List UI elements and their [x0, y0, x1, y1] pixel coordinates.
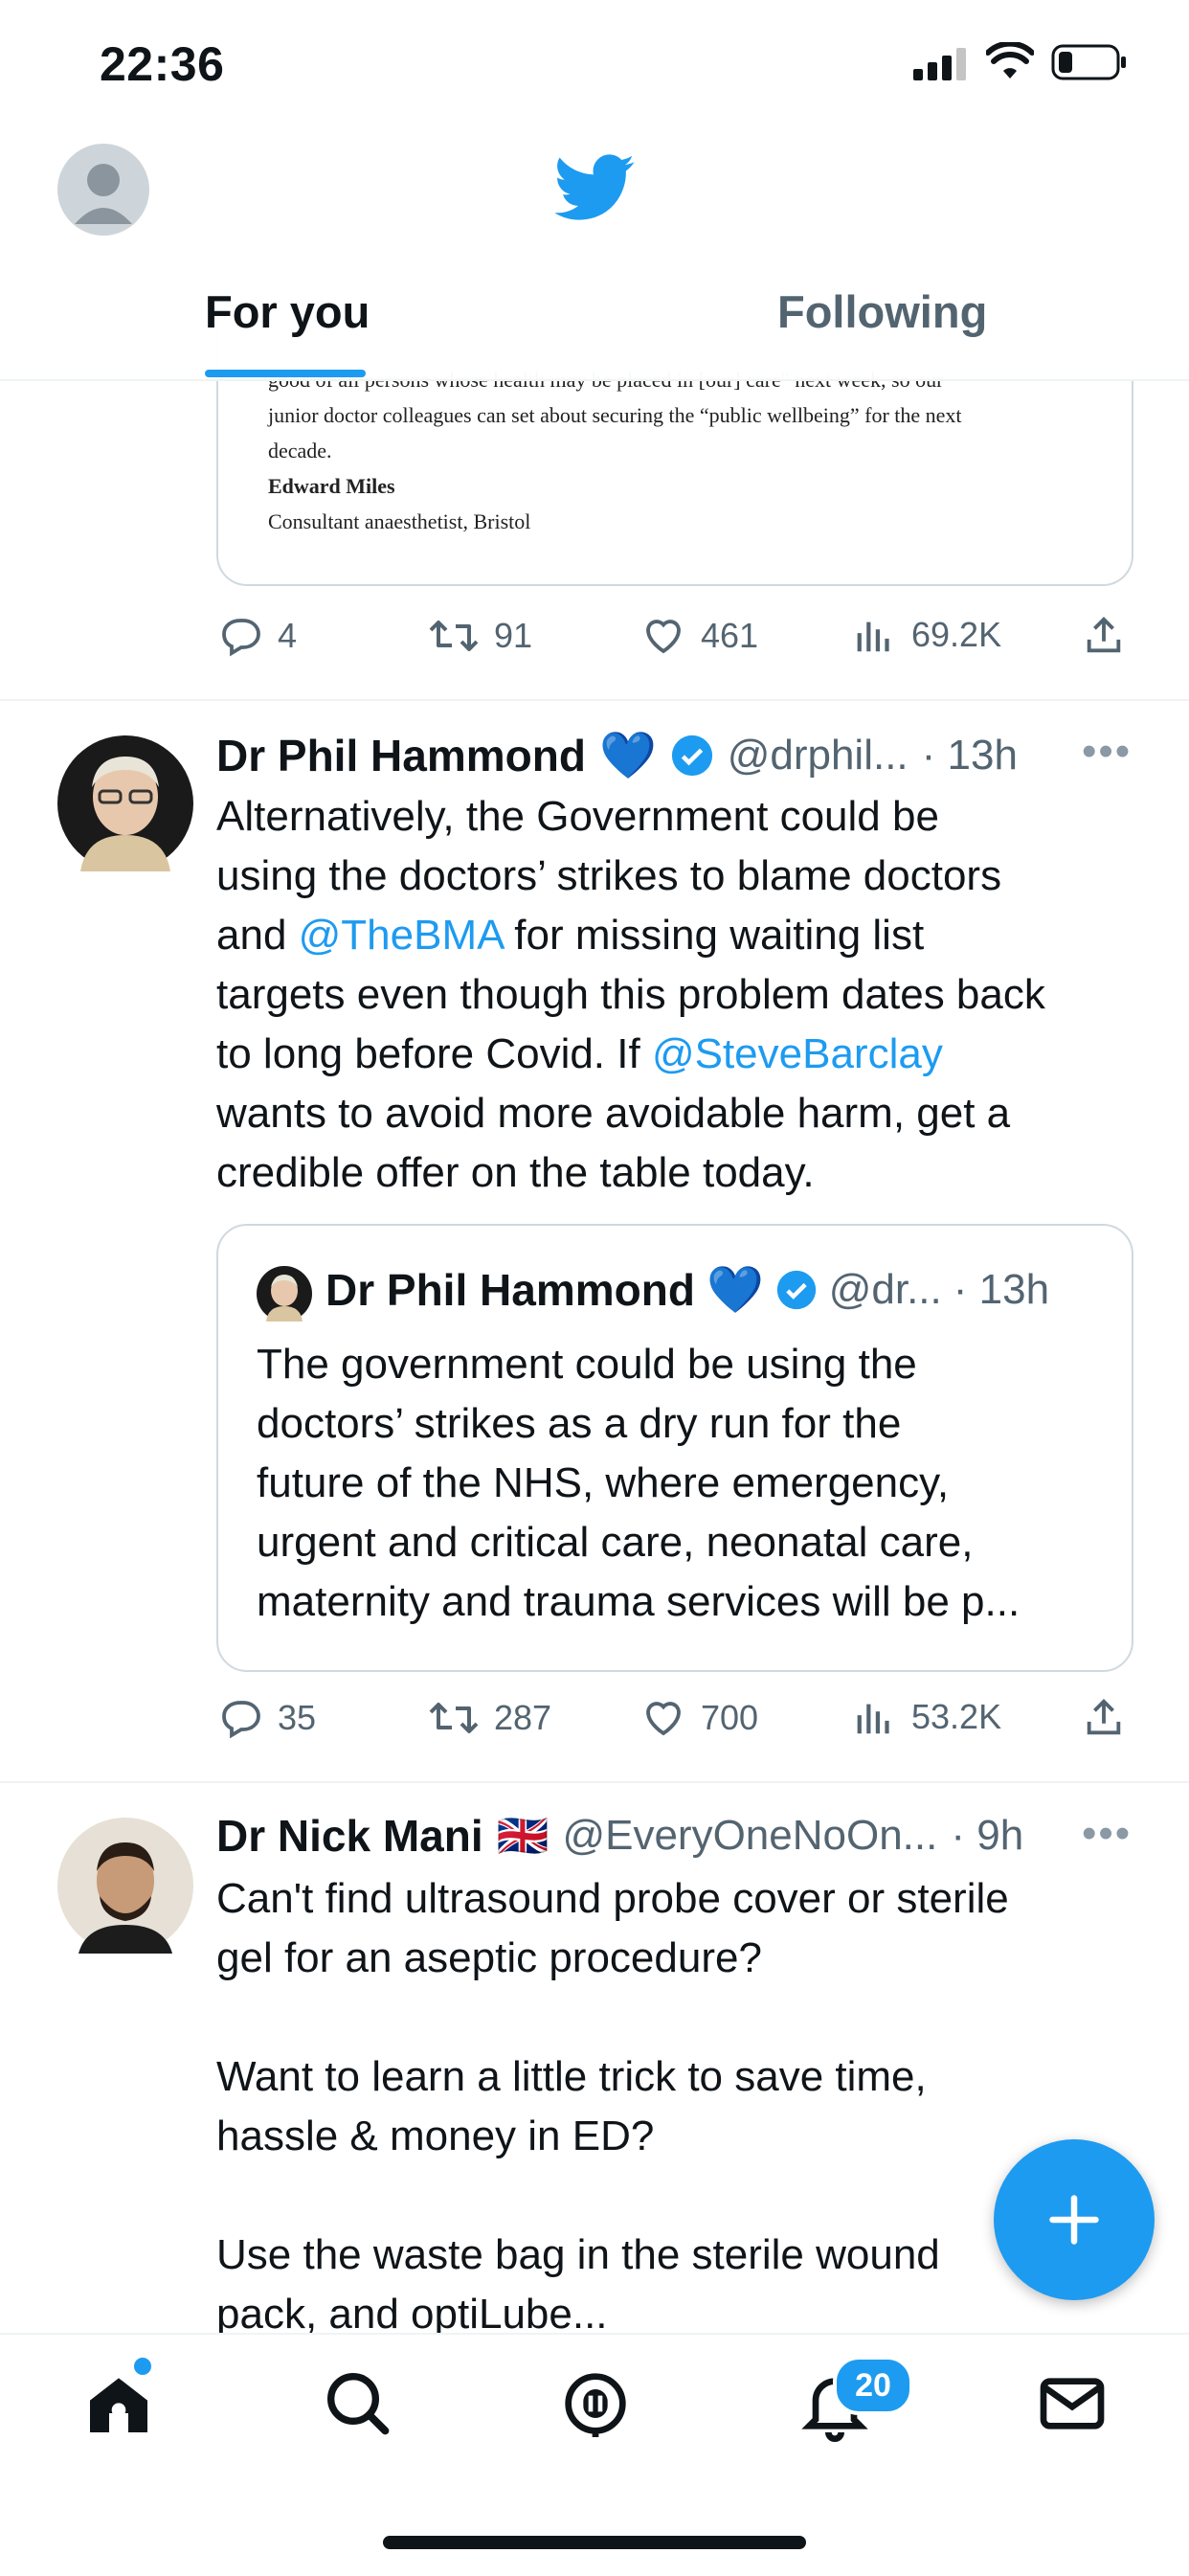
blue-heart-emoji: 💙 [706, 1265, 764, 1316]
like-button[interactable]: 461 [639, 613, 758, 659]
tweet-time: · 9h [951, 1812, 1024, 1859]
article-line: junior doctor colleagues can set about s… [268, 403, 962, 427]
mention-link[interactable]: @SteveBarclay [652, 1030, 943, 1077]
like-button[interactable]: 700 [639, 1695, 758, 1741]
twitter-bird-icon[interactable] [555, 153, 636, 222]
quoted-line: future of the NHS, where emergency, [257, 1459, 950, 1506]
home-indicator[interactable] [383, 2536, 806, 2549]
search-icon[interactable] [320, 2365, 396, 2442]
mention-link[interactable]: @TheBMA [299, 912, 503, 959]
reply-count: 4 [278, 616, 298, 655]
cellular-signal-icon [913, 48, 966, 80]
tweet-line: Can't find ultrasound probe cover or ste… [216, 1875, 1009, 1922]
author-name[interactable]: Dr Phil Hammond [216, 730, 586, 781]
uk-flag-emoji: 🇬🇧 [496, 1813, 550, 1860]
quoted-line: doctors’ strikes as a dry run for the [257, 1400, 902, 1447]
reply-icon [222, 619, 260, 657]
quoted-author-avatar [257, 1266, 312, 1322]
views-button[interactable]: 53.2K [854, 1695, 1001, 1739]
reply-icon [222, 1701, 260, 1739]
tweet-line: Want to learn a little trick to save tim… [216, 2053, 927, 2100]
battery-icon [1051, 44, 1126, 80]
divider [0, 1781, 1189, 1783]
home-unread-dot [134, 2358, 151, 2375]
like-count: 700 [701, 1698, 759, 1737]
retweet-icon [429, 621, 479, 651]
author-name[interactable]: Dr Nick Mani [216, 1810, 483, 1862]
blue-heart-emoji: 💙 [598, 731, 657, 781]
quoted-line: maternity and trauma services will be p.… [257, 1578, 1021, 1625]
retweet-button[interactable]: 91 [427, 613, 532, 659]
divider [0, 699, 1189, 701]
tweet-header: Dr Nick Mani 🇬🇧 @EveryOneNoOn... · 9h [216, 1810, 1023, 1862]
status-time: 22:36 [100, 37, 225, 91]
compose-tweet-button[interactable] [994, 2139, 1155, 2300]
top-header: 22:36 For you Following [0, 0, 1189, 381]
tweet-line: hassle & money in ED? [216, 2113, 655, 2159]
heart-icon [646, 1702, 681, 1736]
tweet-line: targets even though this problem dates b… [216, 971, 1045, 1018]
tweet-line: wants to avoid more avoidable harm, get … [216, 1090, 1011, 1137]
wifi-icon [986, 42, 1034, 79]
tweet-header: Dr Phil Hammond 💙 @drphil... · 13h [216, 728, 1018, 782]
quoted-author-name: Dr Phil Hammond [325, 1264, 695, 1315]
notification-count-badge: 20 [833, 2356, 913, 2415]
more-options-icon[interactable]: ••• [1082, 728, 1132, 776]
analytics-icon [857, 1704, 889, 1734]
retweet-icon [429, 1703, 479, 1733]
tweet-text: Alternatively, the Government could be u… [216, 787, 1155, 1203]
share-icon[interactable] [1082, 1695, 1126, 1741]
author-avatar[interactable] [57, 735, 193, 871]
verified-badge-icon [671, 734, 712, 776]
tweet-line: to long before Covid. If @SteveBarclay [216, 1030, 943, 1077]
views-count: 53.2K [911, 1697, 1002, 1736]
spaces-icon[interactable] [557, 2365, 634, 2442]
article-line: decade. [268, 439, 332, 463]
tab-for-you[interactable]: For you [205, 285, 370, 338]
views-button[interactable]: 69.2K [854, 613, 1001, 657]
retweet-count: 287 [494, 1698, 552, 1737]
retweet-count: 91 [494, 616, 533, 655]
like-count: 461 [701, 616, 759, 655]
retweet-button[interactable]: 287 [427, 1695, 551, 1741]
reply-count: 35 [278, 1698, 317, 1737]
quoted-tweet[interactable]: Dr Phil Hammond 💙 @dr... · 13h The gover… [216, 1224, 1133, 1672]
tweet-line: Alternatively, the Government could be [216, 793, 939, 840]
quoted-author-handle: @dr... [828, 1265, 942, 1313]
quoted-line: The government could be using the [257, 1341, 917, 1388]
home-icon[interactable] [80, 2365, 157, 2442]
quoted-tweet-header: Dr Phil Hammond 💙 @dr... · 13h [325, 1262, 1049, 1317]
article-author-role: Consultant anaesthetist, Bristol [268, 509, 531, 533]
analytics-icon [857, 621, 889, 652]
quoted-line: urgent and critical care, neonatal care, [257, 1519, 974, 1566]
article-author: Edward Miles [268, 474, 395, 498]
article-snippet: good of all persons whose health may be … [268, 362, 1110, 539]
views-count: 69.2K [911, 615, 1002, 654]
reply-button[interactable]: 4 [218, 613, 297, 659]
quoted-tweet-time: · 13h [953, 1265, 1050, 1313]
quoted-tweet-text: The government could be using the doctor… [257, 1335, 1118, 1632]
tweet-time: · 13h [921, 731, 1018, 779]
heart-icon [646, 620, 681, 654]
messages-icon[interactable] [1034, 2365, 1110, 2442]
active-tab-indicator [205, 370, 366, 377]
author-handle[interactable]: @EveryOneNoOn... [562, 1812, 937, 1860]
tweet-line: using the doctors’ strikes to blame doct… [216, 852, 1002, 899]
more-options-icon[interactable]: ••• [1082, 1810, 1132, 1858]
profile-avatar[interactable] [57, 144, 149, 236]
reply-button[interactable]: 35 [218, 1695, 316, 1741]
verified-badge-icon [776, 1270, 816, 1309]
author-handle[interactable]: @drphil... [728, 732, 909, 780]
author-avatar[interactable] [57, 1818, 193, 1954]
tab-following[interactable]: Following [777, 285, 987, 338]
tweet-line: and @TheBMA for missing waiting list [216, 912, 925, 959]
tweet-line: credible offer on the table today. [216, 1149, 815, 1196]
plus-icon [1049, 2195, 1099, 2245]
tweet-line: gel for an aseptic procedure? [216, 1934, 762, 1981]
share-icon[interactable] [1082, 613, 1126, 659]
